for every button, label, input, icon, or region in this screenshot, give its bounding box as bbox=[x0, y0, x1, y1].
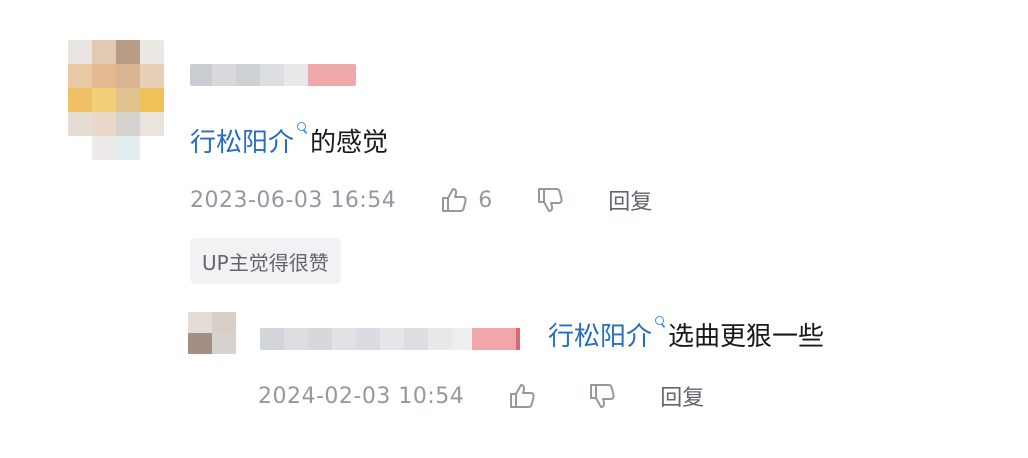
mention-link[interactable]: 行松阳介 bbox=[190, 122, 294, 159]
reply-like-button[interactable] bbox=[508, 383, 536, 409]
reply-meta: 2024-02-03 10:54 回复 bbox=[258, 380, 704, 412]
thumb-down-icon bbox=[590, 384, 615, 408]
search-icon bbox=[654, 316, 666, 332]
search-icon bbox=[296, 122, 308, 138]
reply-username[interactable] bbox=[260, 328, 524, 350]
reply-content: 行松阳介 选曲更狠一些 bbox=[548, 316, 824, 353]
comment-username[interactable] bbox=[190, 64, 356, 86]
reply-mention-link[interactable]: 行松阳介 bbox=[548, 316, 652, 353]
comment-meta: 2023-06-03 16:54 6 回复 bbox=[190, 184, 652, 216]
dislike-button[interactable] bbox=[536, 187, 564, 213]
up-liked-badge: UP主觉得很赞 bbox=[190, 238, 341, 284]
reply-dislike-button[interactable] bbox=[588, 383, 616, 409]
comment-timestamp: 2023-06-03 16:54 bbox=[190, 187, 397, 213]
like-button[interactable]: 6 bbox=[440, 187, 492, 213]
reply-timestamp: 2024-02-03 10:54 bbox=[258, 383, 465, 409]
comment-content: 行松阳介 的感觉 bbox=[190, 122, 388, 159]
thumb-up-icon bbox=[510, 384, 535, 408]
comment-avatar[interactable] bbox=[68, 40, 164, 160]
thumb-down-icon bbox=[538, 188, 563, 212]
reply-avatar[interactable] bbox=[188, 312, 236, 354]
thumb-up-icon bbox=[442, 188, 467, 212]
reply-button[interactable]: 回复 bbox=[608, 184, 652, 216]
reply-reply-button[interactable]: 回复 bbox=[660, 380, 704, 412]
comment-text: 的感觉 bbox=[310, 128, 389, 158]
reply-text: 选曲更狠一些 bbox=[668, 322, 825, 352]
like-count: 6 bbox=[478, 187, 493, 213]
